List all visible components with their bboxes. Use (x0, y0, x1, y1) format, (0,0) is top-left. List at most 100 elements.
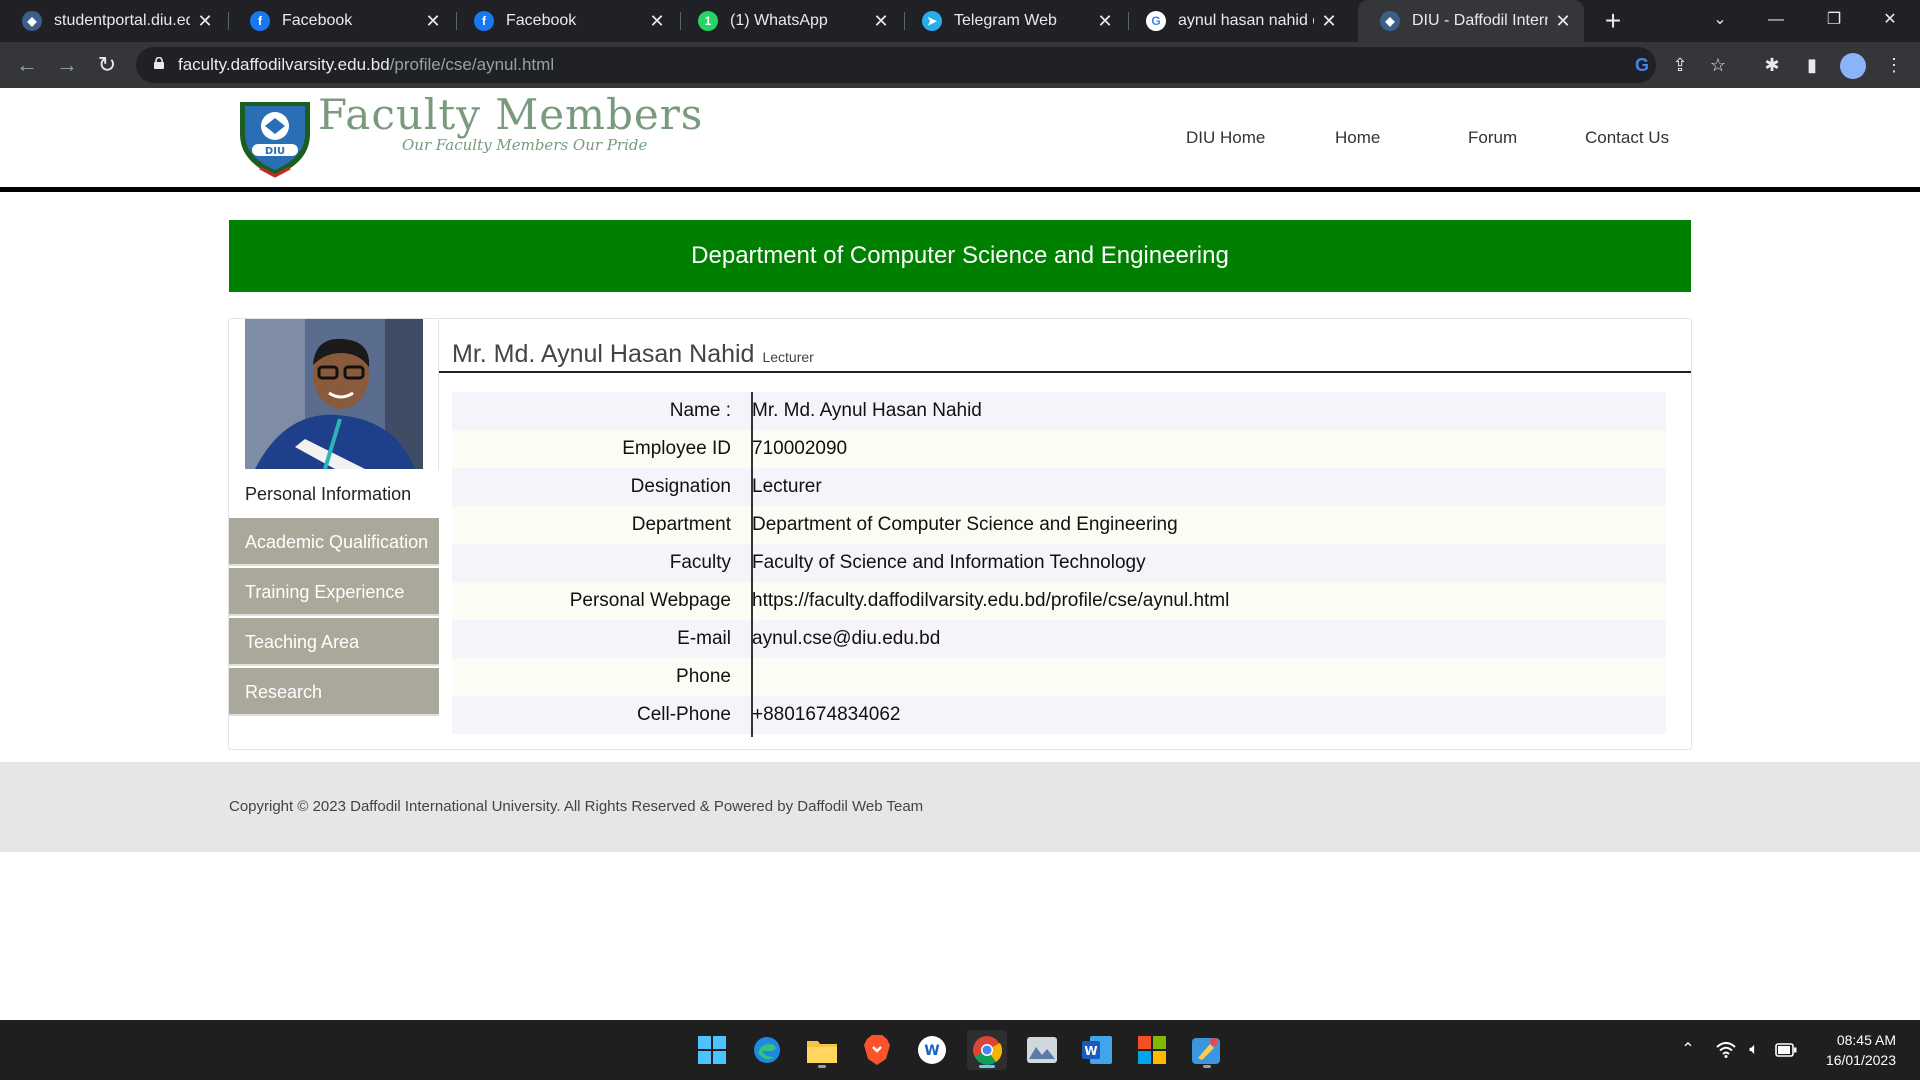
svg-text:W: W (924, 1043, 939, 1059)
nav-diu-home[interactable]: DIU Home (1186, 88, 1265, 188)
google-favicon-icon: G (1146, 11, 1166, 31)
new-tab-plus-icon[interactable]: + (1598, 6, 1628, 36)
extensions-puzzle-icon[interactable]: ✱ (1758, 51, 1786, 79)
site-header: DIU Faculty Members Our Faculty Members … (0, 88, 1920, 192)
start-menu-icon[interactable] (692, 1030, 732, 1070)
tab-title: Facebook (506, 12, 577, 29)
brave-icon[interactable] (857, 1030, 897, 1070)
email-value[interactable]: aynul.cse@diu.edu.bd (752, 620, 940, 658)
browser-tab[interactable]: f Facebook ✕ (228, 0, 454, 42)
back-arrow-icon[interactable]: ← (12, 50, 42, 80)
bookmark-star-icon[interactable]: ☆ (1706, 53, 1730, 77)
info-row-personal-webpage: Personal Webpage https://faculty.daffodi… (452, 582, 1666, 620)
close-tab-icon[interactable]: ✕ (196, 11, 214, 32)
word-icon[interactable]: W (1077, 1030, 1117, 1070)
profile-heading: Mr. Md. Aynul Hasan Nahid Lecturer (452, 340, 814, 369)
info-row-cell-phone: Cell-Phone +8801674834062 (452, 696, 1666, 734)
tab-title: studentportal.diu.edu (54, 12, 190, 29)
diu-favicon-icon: ◆ (1380, 11, 1400, 31)
info-row-phone: Phone (452, 658, 1666, 696)
nav-home[interactable]: Home (1335, 88, 1380, 188)
tab-title: (1) WhatsApp (730, 12, 828, 29)
active-indicator (979, 1065, 995, 1068)
browser-tab[interactable]: f Facebook ✕ (452, 0, 678, 42)
menu-training-experience[interactable]: Training Experience (229, 568, 439, 616)
paint-icon[interactable] (1187, 1030, 1227, 1070)
info-row-faculty: Faculty Faculty of Science and Informati… (452, 544, 1666, 582)
info-row-employee-id: Employee ID 710002090 (452, 430, 1666, 468)
clock-date: 16/01/2023 (1825, 1052, 1896, 1068)
reload-icon[interactable]: ↻ (92, 50, 122, 80)
tab-title: aynul hasan nahid diu (1178, 12, 1314, 29)
menu-research[interactable]: Research (229, 668, 439, 716)
minimize-icon[interactable]: — (1748, 0, 1804, 42)
browser-tab[interactable]: ➤ Telegram Web ✕ (900, 0, 1126, 42)
volume-icon[interactable]: 🔈︎ (1742, 1020, 1766, 1080)
google-lens-icon[interactable]: G (1630, 53, 1654, 77)
menu-academic-qualification[interactable]: Academic Qualification (229, 518, 439, 566)
department-banner: Department of Computer Science and Engin… (229, 220, 1691, 292)
info-column-divider (751, 392, 753, 737)
side-panel-icon[interactable]: ▮ (1798, 51, 1826, 79)
info-label: Personal Webpage (569, 590, 731, 611)
close-tab-icon[interactable]: ✕ (1320, 11, 1338, 32)
menu-teaching-area[interactable]: Teaching Area (229, 618, 439, 666)
url-text[interactable]: faculty.daffodilvarsity.edu.bd/profile/c… (178, 47, 554, 83)
close-window-icon[interactable]: ✕ (1862, 0, 1918, 42)
close-tab-icon[interactable]: ✕ (1554, 11, 1572, 32)
profile-role: Lecturer (762, 349, 814, 365)
photos-icon[interactable] (1022, 1030, 1062, 1070)
personal-webpage-link[interactable]: https://faculty.daffodilvarsity.edu.bd/p… (752, 582, 1229, 620)
site-footer: Copyright © 2023 Daffodil International … (0, 762, 1920, 852)
edge-icon[interactable] (747, 1030, 787, 1070)
facebook-favicon-icon: f (250, 11, 270, 31)
restore-icon[interactable]: ❐ (1806, 0, 1862, 42)
nav-contact-us[interactable]: Contact Us (1585, 88, 1669, 188)
close-tab-icon[interactable]: ✕ (648, 11, 666, 32)
tab-title: Telegram Web (954, 12, 1057, 29)
close-tab-icon[interactable]: ✕ (1096, 11, 1114, 32)
profile-avatar-icon[interactable] (1840, 53, 1866, 79)
windows-taskbar: W W ⌃ 🔈︎ 08:45 AM 16/01/2023 (0, 1020, 1920, 1080)
nav-forum[interactable]: Forum (1468, 88, 1517, 188)
file-explorer-icon[interactable] (802, 1030, 842, 1070)
address-bar[interactable]: faculty.daffodilvarsity.edu.bd/profile/c… (136, 47, 1726, 83)
diu-logo-icon[interactable]: DIU (232, 94, 318, 178)
browser-tabstrip: ◆ studentportal.diu.edu ✕ f Facebook ✕ f… (0, 0, 1920, 42)
profile-name: Mr. Md. Aynul Hasan Nahid (452, 340, 755, 368)
show-hidden-icons-chevron-icon[interactable]: ⌃ (1676, 1020, 1700, 1080)
chrome-icon[interactable] (967, 1030, 1007, 1070)
close-tab-icon[interactable]: ✕ (872, 11, 890, 32)
share-icon[interactable]: ⇪ (1668, 53, 1692, 77)
system-clock[interactable]: 08:45 AM 16/01/2023 (1826, 1030, 1896, 1070)
info-value: Lecturer (752, 476, 822, 497)
browser-tab[interactable]: G aynul hasan nahid diu ✕ (1124, 0, 1350, 42)
forward-arrow-icon[interactable]: → (52, 50, 82, 80)
microsoft-store-icon[interactable] (1132, 1030, 1172, 1070)
telegram-favicon-icon: ➤ (922, 11, 942, 31)
menu-personal-information[interactable]: Personal Information (229, 470, 439, 518)
logo-title[interactable]: Faculty Members (318, 90, 703, 139)
browser-tab-active[interactable]: ◆ DIU - Daffodil Interna ✕ (1358, 0, 1584, 42)
info-value: Department of Computer Science and Engin… (752, 514, 1178, 535)
info-label: Faculty (669, 552, 731, 573)
url-host: faculty.daffodilvarsity.edu.bd (178, 55, 390, 74)
info-label: Cell-Phone (637, 704, 731, 725)
browser-tab[interactable]: 1 (1) WhatsApp ✕ (676, 0, 902, 42)
info-row-email: E-mail aynul.cse@diu.edu.bd (452, 620, 1666, 658)
profile-photo (245, 319, 423, 469)
logo-badge-text: DIU (265, 146, 285, 157)
info-row-name: Name : Mr. Md. Aynul Hasan Nahid (452, 392, 1666, 430)
browser-tab[interactable]: ◆ studentportal.diu.edu ✕ (0, 0, 226, 42)
tab-title: DIU - Daffodil Interna (1412, 12, 1548, 29)
clock-time: 08:45 AM (1836, 1032, 1896, 1048)
close-tab-icon[interactable]: ✕ (424, 11, 442, 32)
app-w-icon[interactable]: W (912, 1030, 952, 1070)
lock-icon[interactable] (154, 57, 164, 69)
battery-icon[interactable] (1774, 1020, 1798, 1080)
whatsapp-favicon-icon: 1 (698, 11, 718, 31)
wifi-icon[interactable] (1714, 1020, 1738, 1080)
info-row-designation: Designation Lecturer (452, 468, 1666, 506)
tab-search-chevron-icon[interactable]: ⌄ (1692, 0, 1748, 42)
more-menu-icon[interactable]: ⋮ (1880, 51, 1908, 79)
